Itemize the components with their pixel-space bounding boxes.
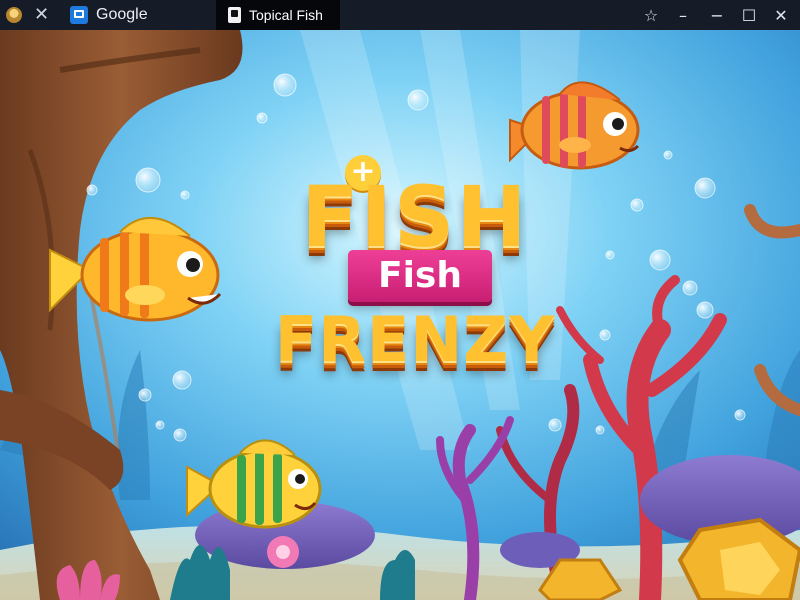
restore-button[interactable]: ☐ xyxy=(734,0,764,30)
google-tab-icon xyxy=(70,6,88,24)
close-button[interactable]: ✕ xyxy=(766,0,796,30)
bookmark-star-icon[interactable]: ☆ xyxy=(636,0,666,30)
logo-title-line-1: FISH xyxy=(301,168,529,266)
minimize-button[interactable]: – xyxy=(668,0,698,30)
tab-label: Topical Fish xyxy=(249,7,323,23)
browser-title-bar: ✕ Google Topical Fish ☆ – − ☐ ✕ xyxy=(0,0,800,30)
tab-label: Google xyxy=(96,6,148,23)
game-logo: + FISH Fish FRENZY xyxy=(250,155,580,420)
app-logo-icon[interactable] xyxy=(6,7,22,23)
logo-banner: Fish xyxy=(348,250,492,302)
game-canvas[interactable]: + FISH Fish FRENZY xyxy=(0,30,800,600)
tab-topical-fish[interactable]: Topical Fish xyxy=(216,0,340,30)
tab-google[interactable]: Google xyxy=(60,0,210,30)
logo-title-line-2: FRENZY xyxy=(274,303,556,376)
minimize-icon[interactable]: − xyxy=(702,0,732,30)
close-tab-icon[interactable]: ✕ xyxy=(34,4,49,26)
page-tab-icon xyxy=(228,7,241,23)
